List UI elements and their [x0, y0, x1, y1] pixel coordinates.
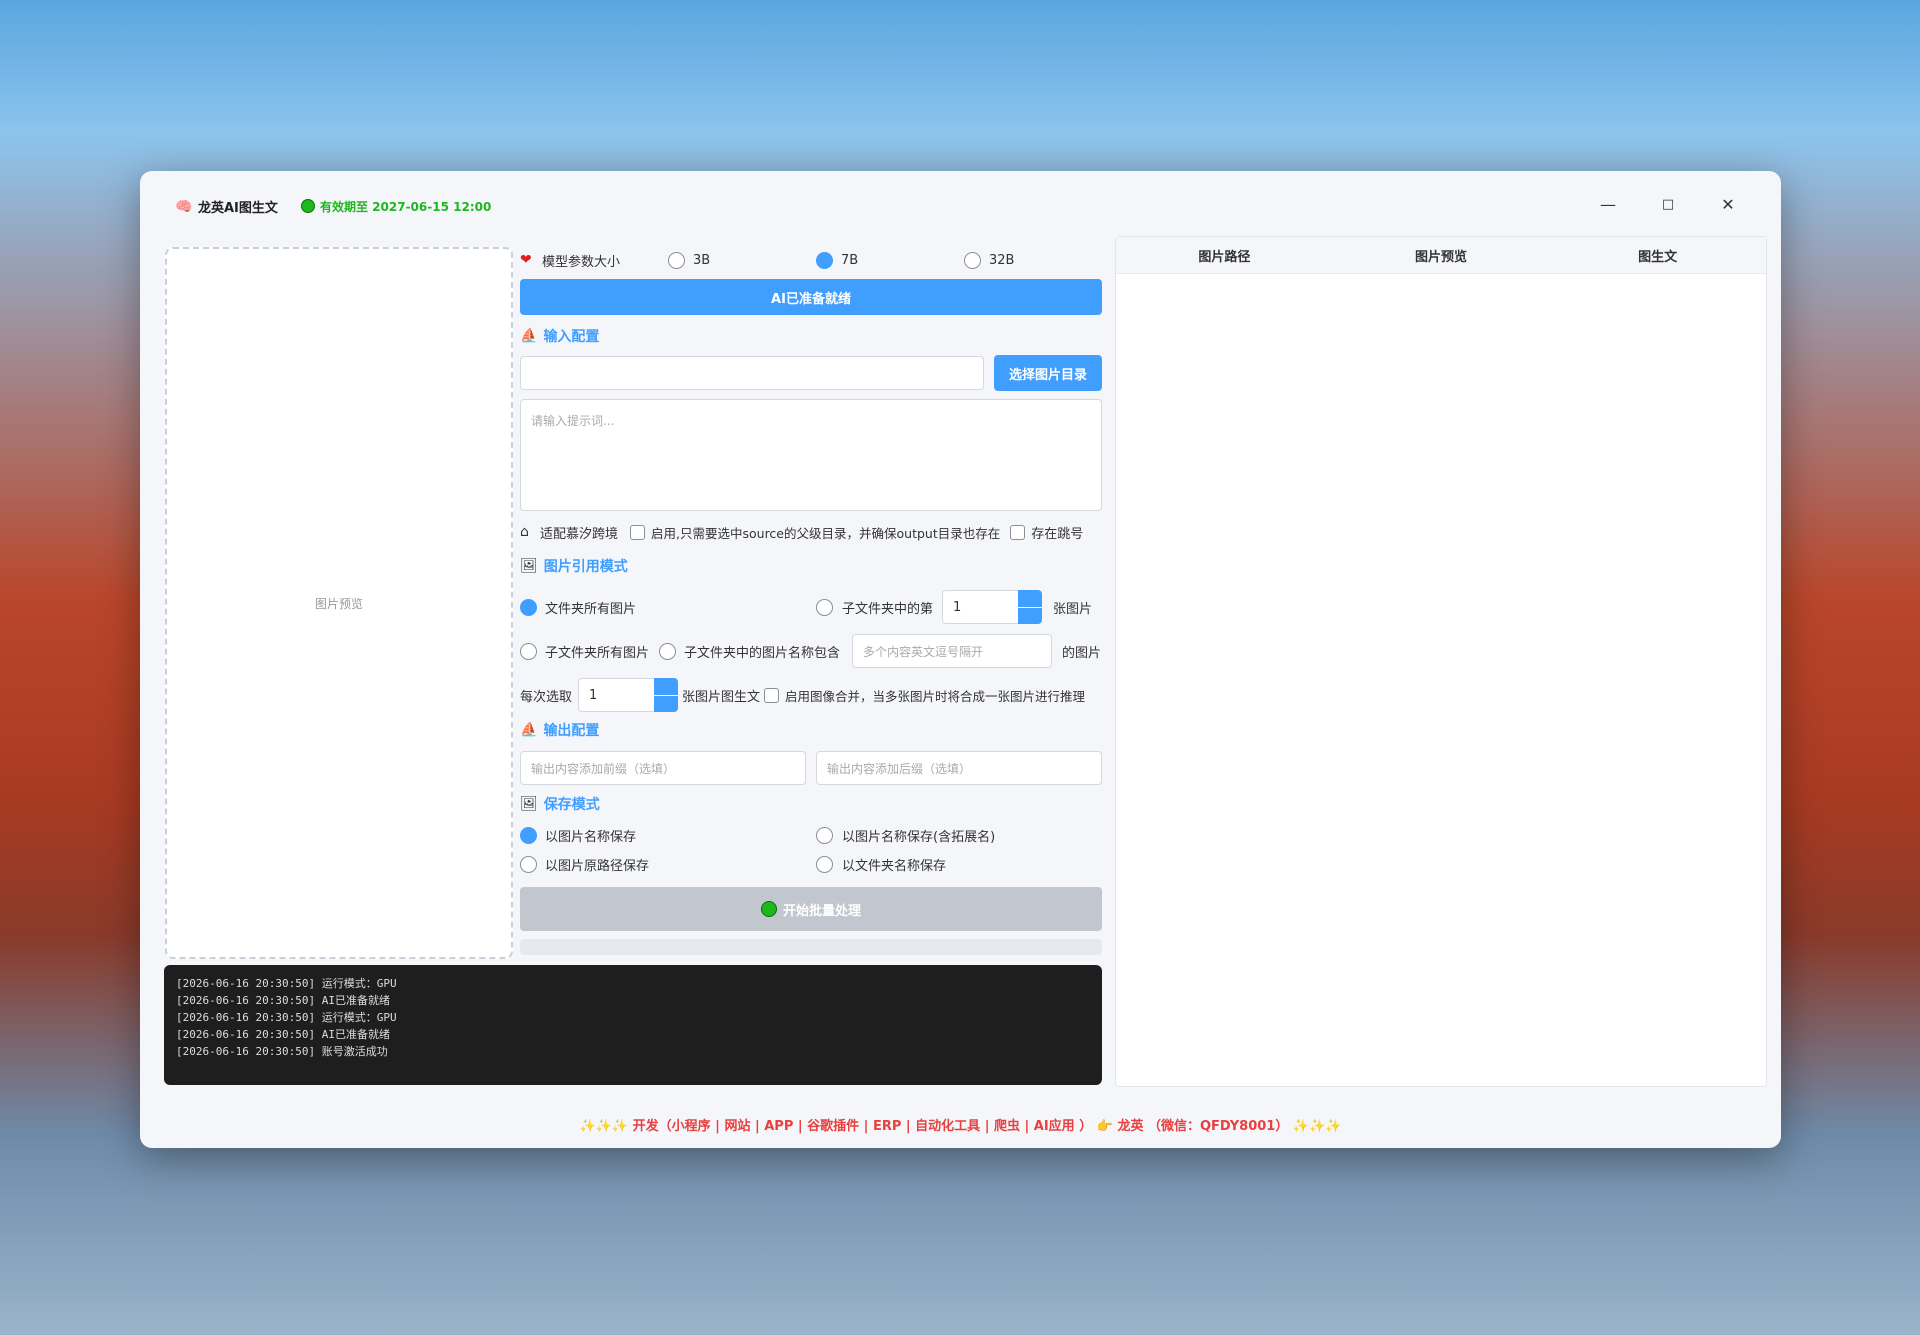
- progress-bar: [520, 939, 1102, 955]
- brain-icon: 🧠: [175, 199, 193, 215]
- image-preview-placeholder: 图片预览: [314, 597, 363, 611]
- start-status-icon: [760, 901, 777, 917]
- save-mode-icon: 🖼: [520, 796, 538, 812]
- nth-stepper[interactable]: 1: [942, 590, 1042, 624]
- each-pick-label: 每次选取: [520, 689, 573, 705]
- ai-ready-button[interactable]: AI已准备就绪: [520, 279, 1102, 315]
- radio-3b[interactable]: [668, 251, 685, 269]
- radio-7b[interactable]: [816, 251, 833, 269]
- output-suffix-input[interactable]: 输出内容添加后缀（选填）: [816, 751, 1102, 785]
- model-size-label: 模型参数大小: [542, 254, 621, 270]
- image-mode-icon: 🖼: [520, 558, 538, 574]
- start-batch-button[interactable]: 开始批量处理: [520, 887, 1102, 931]
- stepper-up-icon[interactable]: [1018, 590, 1042, 608]
- save-by-path-radio[interactable]: [520, 855, 537, 873]
- app-title: 龙英AI图生文: [198, 201, 278, 216]
- log-line: [2026-06-16 20:30:50] AI已准备就绪: [176, 1028, 390, 1041]
- close-button[interactable]: ✕: [1708, 187, 1748, 221]
- merge-images-label: 启用图像合并，当多张图片时将合成一张图片进行推理: [785, 688, 1086, 704]
- all-in-subfolder-label: 子文件夹所有图片: [545, 645, 650, 661]
- footer-services: 开发（小程序 | 网站 | APP | 谷歌插件 | ERP | 自动化工具 |…: [632, 1119, 1093, 1134]
- name-contains-label: 子文件夹中的图片名称包含: [684, 645, 841, 661]
- save-by-name-ext-label: 以图片名称保存(含拓展名): [842, 829, 996, 845]
- each-pick-stepper[interactable]: 1: [578, 678, 679, 713]
- image-dir-input[interactable]: [520, 356, 984, 390]
- select-image-dir-button[interactable]: 选择图片目录: [994, 355, 1102, 391]
- name-contains-suffix: 的图片: [1062, 645, 1102, 661]
- save-mode-title: 保存模式: [543, 797, 600, 813]
- home-icon: ⌂: [520, 524, 529, 540]
- prompt-textarea[interactable]: 请输入提示词...: [520, 399, 1102, 511]
- image-preview-panel: 图片预览: [165, 247, 513, 959]
- minimize-button[interactable]: —: [1588, 187, 1628, 221]
- save-by-folder-radio[interactable]: [816, 855, 833, 873]
- sparkle-icon: ✨✨✨: [1292, 1119, 1342, 1134]
- all-in-subfolder-radio[interactable]: [520, 642, 537, 660]
- cross-enable-checkbox[interactable]: [630, 524, 646, 540]
- start-batch-label: 开始批量处理: [782, 903, 861, 919]
- save-by-name-ext-radio[interactable]: [816, 826, 833, 844]
- log-line: [2026-06-16 20:30:50] 运行模式：GPU: [176, 1011, 397, 1024]
- skip-number-checkbox[interactable]: [1010, 524, 1026, 540]
- save-by-folder-label: 以文件夹名称保存: [842, 858, 947, 874]
- column-header-preview[interactable]: 图片预览: [1333, 246, 1550, 265]
- input-config-title: 输入配置: [543, 329, 600, 345]
- column-header-path[interactable]: 图片路径: [1116, 246, 1333, 265]
- log-line: [2026-06-16 20:30:50] AI已准备就绪: [176, 994, 390, 1007]
- output-prefix-input[interactable]: 输出内容添加前缀（选填）: [520, 751, 806, 785]
- title-bar: 🧠 龙英AI图生文 有效期至 2027-06-15 12:00 — □ ✕: [140, 171, 1781, 241]
- sparkle-icon: ✨✨✨: [579, 1119, 629, 1134]
- save-by-path-label: 以图片原路径保存: [545, 858, 650, 874]
- pointing-hand-icon: 👉: [1096, 1119, 1113, 1134]
- status-indicator-icon: [301, 199, 315, 213]
- license-status: 有效期至 2027-06-15 12:00: [320, 200, 492, 214]
- app-window: 🧠 龙英AI图生文 有效期至 2027-06-15 12:00 — □ ✕ 图片…: [140, 171, 1781, 1148]
- stepper-up-icon[interactable]: [654, 678, 679, 696]
- model-option-3b[interactable]: 3B: [668, 251, 710, 269]
- each-pick-suffix: 张图片图生文: [682, 689, 761, 705]
- config-panel: ❤ 模型参数大小 3B 7B 32B AI已准备就绪 ⛵ 输入配置 选择图片目录: [520, 247, 1102, 955]
- name-contains-input[interactable]: 多个内容英文逗号隔开: [852, 634, 1052, 668]
- radio-32b[interactable]: [964, 251, 981, 269]
- results-table: 图片路径 图片预览 图生文: [1115, 236, 1767, 1087]
- stepper-down-icon[interactable]: [654, 696, 678, 713]
- stepper-down-icon[interactable]: [1018, 608, 1042, 625]
- table-header: 图片路径 图片预览 图生文: [1116, 237, 1766, 274]
- model-option-7b[interactable]: 7B: [816, 251, 858, 269]
- merge-images-checkbox[interactable]: [764, 687, 780, 703]
- nth-in-subfolder-radio[interactable]: [816, 598, 833, 616]
- output-config-icon: ⛵: [520, 722, 538, 738]
- name-contains-radio[interactable]: [659, 642, 677, 660]
- cross-enable-label: 启用,只需要选中source的父级目录，并确保output目录也存在: [651, 525, 1001, 541]
- input-config-icon: ⛵: [520, 328, 538, 344]
- footer-credits: ✨✨✨ 开发（小程序 | 网站 | APP | 谷歌插件 | ERP | 自动化…: [140, 1115, 1781, 1134]
- footer-author: 龙英 （微信：QFDY8001）: [1117, 1119, 1289, 1134]
- log-line: [2026-06-16 20:30:50] 账号激活成功: [176, 1045, 388, 1058]
- maximize-button[interactable]: □: [1648, 187, 1688, 221]
- nth-in-subfolder-label: 子文件夹中的第: [842, 601, 934, 617]
- all-in-folder-radio[interactable]: [520, 598, 537, 616]
- image-mode-title: 图片引用模式: [543, 559, 628, 575]
- model-option-32b[interactable]: 32B: [964, 251, 1014, 269]
- skip-number-label: 存在跳号: [1031, 526, 1084, 542]
- nth-suffix-label: 张图片: [1053, 601, 1093, 617]
- save-by-name-radio[interactable]: [520, 826, 537, 844]
- all-in-folder-label: 文件夹所有图片: [545, 601, 637, 617]
- save-by-name-label: 以图片名称保存: [545, 829, 637, 845]
- output-config-title: 输出配置: [543, 723, 600, 739]
- cross-border-label: 适配慕汐跨境: [540, 526, 619, 542]
- column-header-text[interactable]: 图生文: [1549, 246, 1766, 265]
- log-console: [2026-06-16 20:30:50] 运行模式：GPU [2026-06-…: [164, 965, 1102, 1085]
- heart-icon: ❤: [520, 252, 532, 268]
- log-line: [2026-06-16 20:30:50] 运行模式：GPU: [176, 977, 397, 990]
